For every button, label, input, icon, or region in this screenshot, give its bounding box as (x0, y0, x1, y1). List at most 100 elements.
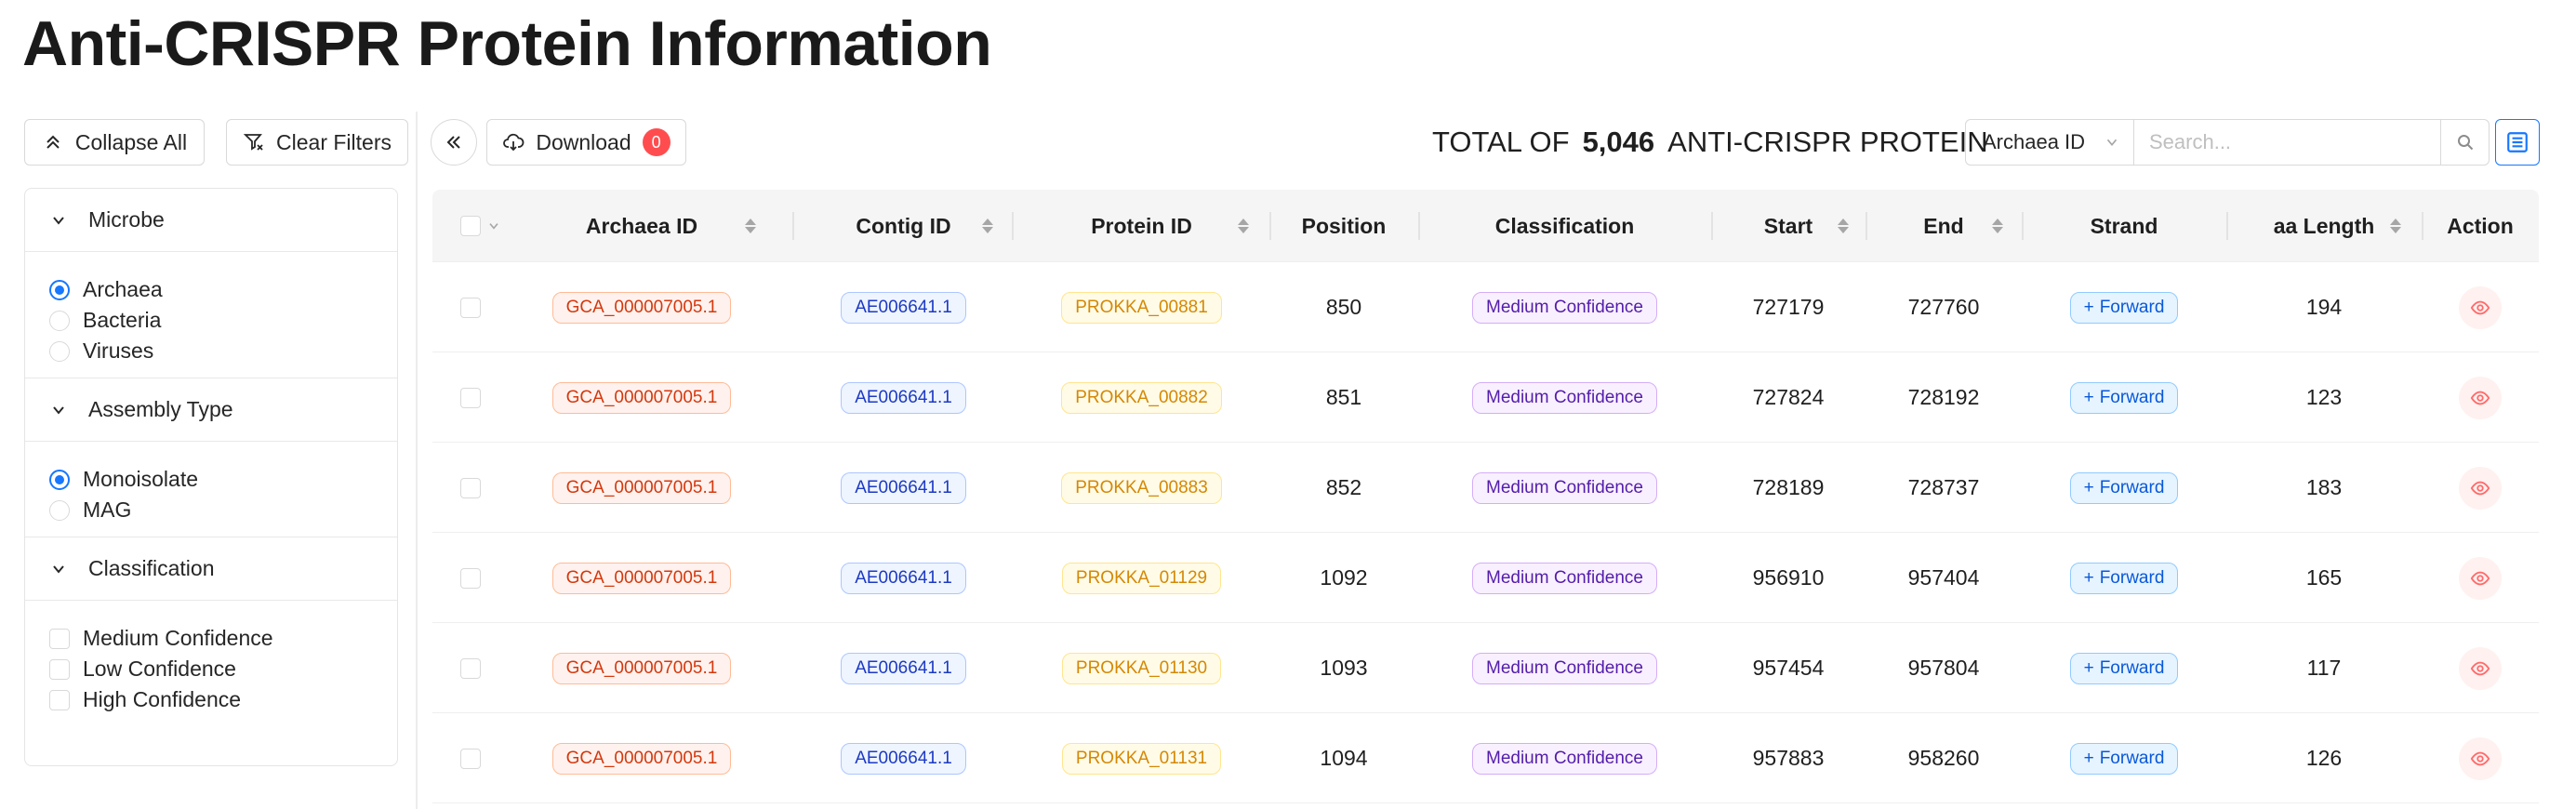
archaea-id-tag[interactable]: GCA_000007005.1 (551, 742, 732, 775)
radio-button[interactable] (49, 310, 70, 331)
sort-icon[interactable] (2390, 219, 2401, 233)
filter-section-microbe[interactable]: Microbe (25, 189, 397, 252)
start-value: 957883 (1752, 746, 1825, 770)
classification-tag[interactable]: Medium Confidence (1472, 652, 1657, 684)
radio-option-archaea[interactable]: Archaea (49, 274, 397, 305)
table-cell: + Forward (2022, 262, 2226, 352)
classification-tag[interactable]: Medium Confidence (1472, 381, 1657, 414)
protein-id-tag[interactable]: PROKKA_01129 (1061, 562, 1222, 594)
contig-id-tag[interactable]: AE006641.1 (841, 291, 966, 324)
radio-button[interactable] (49, 279, 70, 300)
row-checkbox[interactable] (460, 748, 481, 769)
radio-button[interactable] (49, 499, 70, 521)
search-field-value: Archaea ID (1983, 130, 2086, 153)
archaea-id-tag[interactable]: GCA_000007005.1 (551, 652, 732, 684)
table-cell: + Forward (2022, 533, 2226, 623)
view-button[interactable] (2459, 556, 2502, 600)
protein-id-tag[interactable]: PROKKA_00881 (1061, 291, 1222, 324)
protein-id-tag[interactable]: PROKKA_01130 (1061, 652, 1222, 684)
chevron-down-icon (2106, 139, 2118, 146)
classification-tag[interactable]: Medium Confidence (1472, 562, 1657, 594)
table-cell: 1094 (1269, 713, 1418, 803)
collapse-sidebar-button[interactable] (431, 119, 477, 166)
view-button[interactable] (2459, 736, 2502, 780)
search-input[interactable] (2134, 119, 2441, 166)
select-all-checkbox[interactable] (460, 216, 481, 236)
filter-section-assembly[interactable]: Assembly Type (25, 378, 397, 442)
archaea-id-tag[interactable]: GCA_000007005.1 (551, 562, 732, 594)
table-row[interactable]: GCA_000007005.1 AE006641.1 PROKKA_01131 109… (432, 713, 2539, 803)
protein-id-tag[interactable]: PROKKA_00882 (1061, 381, 1222, 414)
download-button[interactable]: Download 0 (486, 119, 686, 166)
column-header-contig-id[interactable]: Contig ID (795, 190, 1012, 262)
table-cell: PROKKA_00881 (1014, 262, 1269, 352)
contig-id-tag[interactable]: AE006641.1 (841, 471, 966, 504)
table-row[interactable]: GCA_000007005.1 AE006641.1 PROKKA_00883 852… (432, 443, 2539, 533)
protein-id-tag[interactable]: PROKKA_01131 (1061, 742, 1222, 775)
table-row[interactable]: GCA_000007005.1 AE006641.1 PROKKA_01129 109… (432, 533, 2539, 623)
table-row[interactable]: GCA_000007005.1 AE006641.1 PROKKA_00882 851… (432, 352, 2539, 443)
end-value: 728192 (1907, 385, 1980, 409)
radio-button[interactable] (49, 340, 70, 362)
column-header-archaea-id[interactable]: Archaea ID (507, 190, 777, 262)
contig-id-tag[interactable]: AE006641.1 (841, 562, 966, 594)
row-checkbox[interactable] (460, 387, 481, 408)
sort-icon[interactable] (745, 219, 756, 233)
radio-option-monoisolate[interactable]: Monoisolate (49, 464, 397, 495)
filter-section-classification[interactable]: Classification (25, 537, 397, 601)
sort-icon[interactable] (1238, 219, 1249, 233)
radio-option-mag[interactable]: MAG (49, 495, 397, 525)
table-cell (2422, 713, 2539, 803)
protein-id-tag[interactable]: PROKKA_00883 (1061, 471, 1222, 504)
table-cell: 852 (1269, 443, 1418, 533)
row-checkbox[interactable] (460, 657, 481, 679)
checkbox-option-high[interactable]: High Confidence (49, 684, 397, 715)
checkbox[interactable] (49, 689, 70, 710)
column-header-start[interactable]: Start (1711, 190, 1866, 262)
sort-icon[interactable] (982, 219, 993, 233)
column-divider (792, 212, 794, 240)
classification-tag[interactable]: Medium Confidence (1472, 742, 1657, 775)
cloud-download-icon (503, 133, 524, 152)
column-menu-button[interactable] (2495, 119, 2540, 166)
column-header-aa-length[interactable]: aa Length (2226, 190, 2422, 262)
table-row[interactable]: GCA_000007005.1 AE006641.1 PROKKA_00881 850… (432, 262, 2539, 352)
archaea-id-tag[interactable]: GCA_000007005.1 (551, 471, 732, 504)
checkbox-option-low[interactable]: Low Confidence (49, 654, 397, 684)
radio-option-bacteria[interactable]: Bacteria (49, 305, 397, 336)
radio-option-viruses[interactable]: Viruses (49, 336, 397, 366)
checkbox[interactable] (49, 658, 70, 680)
classification-tag[interactable]: Medium Confidence (1472, 291, 1657, 324)
view-button[interactable] (2459, 376, 2502, 419)
classification-tag[interactable]: Medium Confidence (1472, 471, 1657, 504)
sort-icon[interactable] (1838, 219, 1849, 233)
contig-id-tag[interactable]: AE006641.1 (841, 742, 966, 775)
chevron-down-icon[interactable] (486, 219, 501, 233)
collapse-all-button[interactable]: Collapse All (24, 119, 205, 166)
archaea-id-tag[interactable]: GCA_000007005.1 (551, 381, 732, 414)
search-button[interactable] (2441, 119, 2490, 166)
checkbox-option-medium[interactable]: Medium Confidence (49, 623, 397, 654)
row-checkbox[interactable] (460, 477, 481, 498)
column-header-protein-id[interactable]: Protein ID (1014, 190, 1269, 262)
table-row[interactable]: GCA_000007005.1 AE006641.1 PROKKA_01130 109… (432, 623, 2539, 713)
option-label: Medium Confidence (83, 626, 273, 650)
search-field-select[interactable]: Archaea ID (1965, 119, 2134, 166)
view-button[interactable] (2459, 646, 2502, 690)
archaea-id-tag[interactable]: GCA_000007005.1 (551, 291, 732, 324)
column-header-end[interactable]: End (1866, 190, 2022, 262)
row-checkbox[interactable] (460, 567, 481, 589)
view-button[interactable] (2459, 285, 2502, 329)
view-button[interactable] (2459, 466, 2502, 510)
radio-button[interactable] (49, 469, 70, 490)
column-title: Archaea ID (585, 213, 698, 238)
table-cell: Medium Confidence (1418, 352, 1711, 443)
row-checkbox[interactable] (460, 297, 481, 318)
aa-length-value: 194 (2305, 295, 2343, 319)
checkbox[interactable] (49, 628, 70, 649)
contig-id-tag[interactable]: AE006641.1 (841, 652, 966, 684)
contig-id-tag[interactable]: AE006641.1 (841, 381, 966, 414)
sort-icon[interactable] (1992, 219, 2003, 233)
table-cell: PROKKA_00882 (1014, 352, 1269, 443)
clear-filters-button[interactable]: Clear Filters (226, 119, 408, 166)
